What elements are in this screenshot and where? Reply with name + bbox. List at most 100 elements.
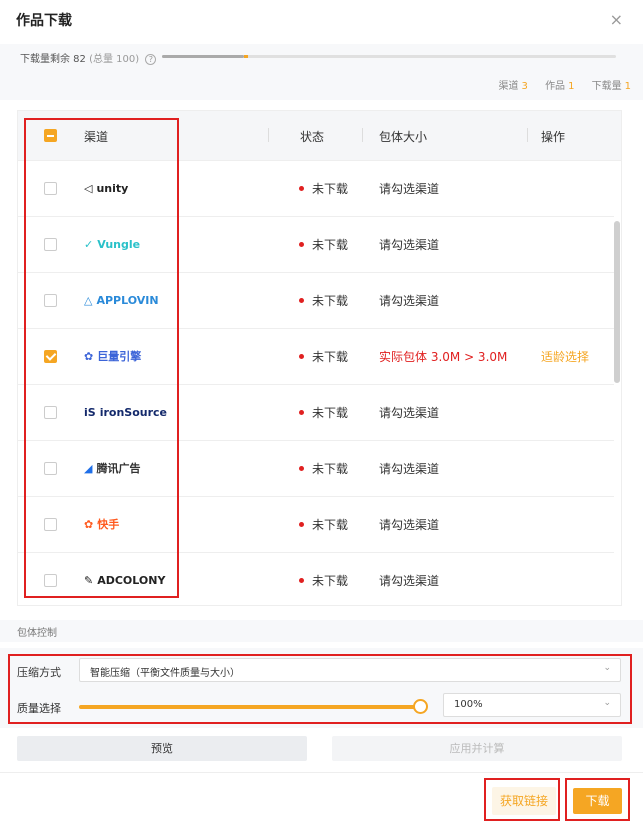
channel-name: ADCOLONY [97, 573, 166, 587]
quota-remaining: 下载量剩余 82 [20, 54, 86, 65]
channel-logo: ✿ 巨量引擎 [84, 347, 141, 365]
table-row: ◁ unity 未下载 请勾选渠道 [18, 161, 614, 217]
channel-name: Vungle [97, 237, 141, 251]
status-text: 未下载 [312, 350, 349, 364]
status-dot-icon [299, 186, 304, 191]
channel-name: 巨量引擎 [97, 350, 142, 363]
header-status: 状态 [300, 130, 325, 144]
quality-slider-track[interactable] [79, 705, 421, 709]
size-cell: 请勾选渠道 [379, 462, 440, 476]
compression-label: 压缩方式 [17, 666, 61, 679]
stat-label: 渠道 [498, 81, 519, 92]
status-cell: 未下载 [299, 572, 348, 589]
quality-value: 100% [454, 699, 483, 710]
quality-slider-handle[interactable] [413, 699, 428, 714]
size-cell: 实际包体 3.0M > 3.0M [379, 350, 508, 364]
header-op: 操作 [541, 130, 566, 144]
channel-logo: ✎ ADCOLONY [84, 571, 165, 589]
quota-text: 下载量剩余 82 (总量 100) ? [20, 50, 157, 65]
channel-name: APPLOVIN [96, 293, 159, 307]
status-text: 未下载 [312, 182, 349, 196]
row-checkbox[interactable] [44, 294, 57, 307]
quality-select[interactable]: 100% ⌄ [443, 693, 621, 717]
apply-calc-button[interactable]: 应用并计算 [332, 736, 622, 761]
compression-select[interactable]: 智能压缩（平衡文件质量与大小） ⌄ [79, 658, 621, 682]
channel-name: 腾讯广告 [96, 462, 141, 475]
stat-value: 3 [521, 81, 528, 92]
table-scrollbar[interactable] [614, 221, 620, 383]
status-text: 未下载 [312, 518, 349, 532]
row-checkbox[interactable] [44, 238, 57, 251]
header-divider [527, 128, 528, 142]
status-cell: 未下载 [299, 348, 348, 365]
status-cell: 未下载 [299, 404, 348, 421]
status-dot-icon [299, 522, 304, 527]
status-text: 未下载 [312, 238, 349, 252]
size-cell: 请勾选渠道 [379, 574, 440, 588]
dialog-title: 作品下载 [16, 13, 72, 29]
header-size: 包体大小 [379, 130, 428, 144]
row-checkbox[interactable] [44, 406, 57, 419]
status-dot-icon [299, 578, 304, 583]
table-row: ✎ ADCOLONY 未下载 请勾选渠道 [18, 553, 614, 605]
section-label: 包体控制 [17, 628, 57, 639]
channel-logo: △ APPLOVIN [84, 291, 159, 309]
channel-logo: ✓ Vungle [84, 235, 140, 253]
stat-value: 1 [568, 81, 575, 92]
header-divider [268, 128, 269, 142]
channel-name: 快手 [97, 518, 120, 531]
download-button[interactable]: 下载 [573, 788, 622, 814]
row-checkbox[interactable] [44, 462, 57, 475]
help-icon[interactable]: ? [145, 54, 157, 65]
status-dot-icon [299, 410, 304, 415]
table-row: iS ironSource 未下载 请勾选渠道 [18, 385, 614, 441]
stat-label: 作品 [545, 81, 566, 92]
get-link-button[interactable]: 获取链接 [492, 787, 556, 815]
table-row: △ APPLOVIN 未下载 请勾选渠道 [18, 273, 614, 329]
chevron-down-icon: ⌄ [603, 698, 611, 708]
quality-label: 质量选择 [17, 702, 61, 715]
package-control-section: 包体控制 [0, 620, 643, 642]
header-channel: 渠道 [84, 130, 109, 144]
compression-value: 智能压缩（平衡文件质量与大小） [90, 668, 240, 679]
quota-panel: 下载量剩余 82 (总量 100) ? 渠道 3 作品 1 下载量 1 [0, 44, 643, 100]
select-all-checkbox[interactable] [44, 129, 57, 142]
quota-progress-bar [162, 55, 616, 58]
status-cell: 未下载 [299, 460, 348, 477]
row-checkbox[interactable] [44, 182, 57, 195]
close-icon[interactable]: × [610, 10, 623, 29]
status-cell: 未下载 [299, 292, 348, 309]
status-dot-icon [299, 298, 304, 303]
channel-logo-icon: ✓ [84, 237, 94, 251]
table-header: 渠道 状态 包体大小 操作 [18, 111, 621, 161]
table-row: ✿ 快手 未下载 请勾选渠道 [18, 497, 614, 553]
status-text: 未下载 [312, 462, 349, 476]
status-dot-icon [299, 466, 304, 471]
table-row: ✿ 巨量引擎 未下载 实际包体 3.0M > 3.0M 适龄选择 [18, 329, 614, 385]
channel-name: unity [96, 181, 129, 195]
table-row: ◢ 腾讯广告 未下载 请勾选渠道 [18, 441, 614, 497]
row-checkbox[interactable] [44, 350, 57, 363]
status-cell: 未下载 [299, 516, 348, 533]
channel-table: 渠道 状态 包体大小 操作 ◁ unity 未下载 请勾选渠道 ✓ Vungle 未下载 请勾… [17, 110, 622, 606]
channel-logo: iS ironSource [84, 403, 167, 421]
channel-logo: ◢ 腾讯广告 [84, 459, 140, 477]
status-dot-icon [299, 242, 304, 247]
channel-name: ironSource [99, 405, 168, 419]
table-row: ✓ Vungle 未下载 请勾选渠道 [18, 217, 614, 273]
quota-total: (总量 100) [89, 54, 140, 65]
channel-logo-icon: ✿ [84, 349, 94, 363]
stat-value: 1 [624, 81, 631, 92]
chevron-down-icon: ⌄ [603, 663, 611, 673]
channel-logo: ◁ unity [84, 179, 128, 197]
preview-button[interactable]: 预览 [17, 736, 307, 761]
stat-label: 下载量 [591, 81, 622, 92]
row-checkbox[interactable] [44, 518, 57, 531]
size-cell: 请勾选渠道 [379, 294, 440, 308]
channel-logo: ✿ 快手 [84, 515, 119, 533]
op-link[interactable]: 适龄选择 [541, 348, 589, 365]
status-cell: 未下载 [299, 236, 348, 253]
status-text: 未下载 [312, 574, 349, 588]
row-checkbox[interactable] [44, 574, 57, 587]
channel-logo-icon: iS [84, 405, 96, 419]
